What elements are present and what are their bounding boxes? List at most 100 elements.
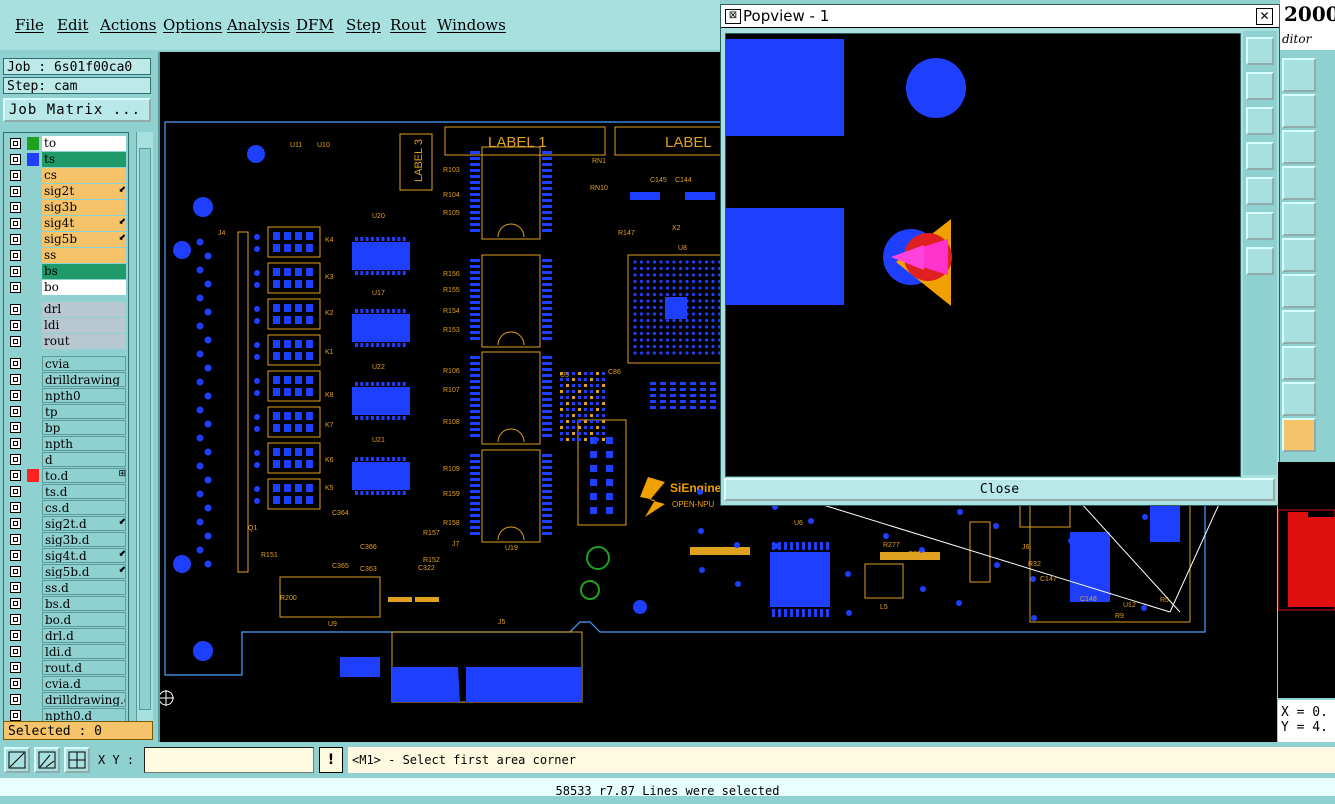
layer-checkbox[interactable]	[10, 694, 21, 705]
scrollbar-thumb[interactable]	[139, 148, 151, 710]
window-menu-icon[interactable]: ⊠	[725, 9, 741, 24]
layer-row-sig4t-d[interactable]: sig4t.d ⬋	[4, 548, 128, 563]
toolbox-icon[interactable]	[1282, 202, 1316, 236]
netlist-icon[interactable]	[1282, 274, 1316, 308]
layer-checkbox[interactable]	[10, 566, 21, 577]
feature-select-icon[interactable]	[1282, 238, 1316, 272]
menu-windows[interactable]: Windows	[437, 16, 506, 34]
mini-map[interactable]	[1277, 462, 1335, 698]
layer-row-drilldrawing-d[interactable]: drilldrawing.d	[4, 692, 128, 707]
menu-analysis[interactable]: Analysis	[227, 16, 290, 34]
layer-row-cvia[interactable]: cvia	[4, 356, 128, 371]
layer-checkbox[interactable]	[10, 250, 21, 261]
pointer-icon[interactable]	[1282, 418, 1316, 452]
layer-row-bs[interactable]: bs	[4, 264, 128, 279]
layer-row-d[interactable]: d	[4, 452, 128, 467]
layer-checkbox[interactable]	[10, 550, 21, 561]
layer-checkbox[interactable]	[10, 662, 21, 673]
surface-tool-icon[interactable]	[1282, 382, 1316, 416]
measure-icon[interactable]	[34, 747, 60, 773]
close-icon[interactable]: ✕	[1256, 8, 1273, 25]
layer-row-drl[interactable]: drl	[4, 302, 128, 317]
layer-checkbox[interactable]	[10, 598, 21, 609]
layer-checkbox[interactable]	[10, 534, 21, 545]
layer-checkbox[interactable]	[10, 614, 21, 625]
layer-row-sig2t[interactable]: sig2t ⬋	[4, 184, 128, 199]
layer-row-sig5b[interactable]: sig5b ⬋	[4, 232, 128, 247]
layer-checkbox[interactable]	[10, 710, 21, 721]
layer-checkbox[interactable]	[10, 218, 21, 229]
popview-close-button[interactable]: Close	[724, 478, 1275, 501]
layer-checkbox[interactable]	[10, 630, 21, 641]
layer-row-to[interactable]: to	[4, 136, 128, 151]
layer-row-sig4t[interactable]: sig4t ⬋	[4, 216, 128, 231]
zoom-fit-icon[interactable]	[1246, 37, 1274, 65]
layer-align-icon[interactable]	[1282, 130, 1316, 164]
layer-checkbox[interactable]	[10, 678, 21, 689]
layer-checkbox[interactable]	[10, 390, 21, 401]
layer-down-icon[interactable]	[1282, 94, 1316, 128]
menu-step[interactable]: Step	[346, 16, 381, 34]
menu-file[interactable]: File	[15, 16, 44, 34]
popview-titlebar[interactable]: ⊠ Popview - 1 ✕	[721, 5, 1279, 28]
layer-checkbox[interactable]	[10, 646, 21, 657]
layer-row-drilldrawing[interactable]: drilldrawing	[4, 372, 128, 387]
pad-tool-icon[interactable]	[1282, 346, 1316, 380]
layer-row-sig3b[interactable]: sig3b	[4, 200, 128, 215]
layer-checkbox[interactable]	[10, 170, 21, 181]
layer-checkbox[interactable]	[10, 518, 21, 529]
layer-row-sig5b-d[interactable]: sig5b.d ⬋	[4, 564, 128, 579]
layer-checkbox[interactable]	[10, 282, 21, 293]
layer-row-cs[interactable]: cs	[4, 168, 128, 183]
layer-checkbox[interactable]	[10, 358, 21, 369]
layer-row-cvia-d[interactable]: cvia.d	[4, 676, 128, 691]
layer-checkbox[interactable]	[10, 304, 21, 315]
layer-row-ts-d[interactable]: ts.d	[4, 484, 128, 499]
menu-options[interactable]: Options	[163, 16, 222, 34]
layer-checkbox[interactable]	[10, 234, 21, 245]
layer-checkbox[interactable]	[10, 486, 21, 497]
layer-row-sig2t-d[interactable]: sig2t.d ⬋	[4, 516, 128, 531]
layer-row-drl-d[interactable]: drl.d	[4, 628, 128, 643]
layer-checkbox[interactable]	[10, 502, 21, 513]
layer-row-rout[interactable]: rout	[4, 334, 128, 349]
zoom-out-icon[interactable]	[1246, 107, 1274, 135]
menu-edit[interactable]: Edit	[57, 16, 88, 34]
layer-row-rout-d[interactable]: rout.d	[4, 660, 128, 675]
fit-icon[interactable]	[1282, 166, 1316, 200]
layer-row-ldi-d[interactable]: ldi.d	[4, 644, 128, 659]
grid-icon[interactable]	[64, 747, 90, 773]
layer-row-ss-d[interactable]: ss.d	[4, 580, 128, 595]
center-icon[interactable]	[1246, 247, 1274, 275]
zoom-window-icon[interactable]	[4, 747, 30, 773]
line-tool-icon[interactable]	[1282, 310, 1316, 344]
layer-checkbox[interactable]	[10, 320, 21, 331]
layer-up-icon[interactable]	[1282, 58, 1316, 92]
layer-checkbox[interactable]	[10, 138, 21, 149]
layer-checkbox[interactable]	[10, 454, 21, 465]
exclamation-button[interactable]: !	[319, 747, 343, 773]
layer-row-bo[interactable]: bo	[4, 280, 128, 295]
layer-checkbox[interactable]	[10, 470, 21, 481]
layer-row-ss[interactable]: ss	[4, 248, 128, 263]
layer-row-sig3b-d[interactable]: sig3b.d	[4, 532, 128, 547]
zoom-home-icon[interactable]	[1246, 212, 1274, 240]
layer-row-bo-d[interactable]: bo.d	[4, 612, 128, 627]
layer-row-cs-d[interactable]: cs.d	[4, 500, 128, 515]
layer-checkbox[interactable]	[10, 266, 21, 277]
layer-row-ts[interactable]: ts	[4, 152, 128, 167]
layer-row-ldi[interactable]: ldi	[4, 318, 128, 333]
layer-checkbox[interactable]	[10, 422, 21, 433]
layer-checkbox[interactable]	[10, 202, 21, 213]
layer-checkbox[interactable]	[10, 582, 21, 593]
menu-actions[interactable]: Actions	[100, 16, 156, 34]
layer-checkbox[interactable]	[10, 438, 21, 449]
pan-icon[interactable]	[1246, 177, 1274, 205]
zoom-area-icon[interactable]	[1246, 142, 1274, 170]
popview-canvas[interactable]	[725, 33, 1241, 477]
layer-list-scrollbar[interactable]	[136, 132, 153, 732]
layer-row-bp[interactable]: bp	[4, 420, 128, 435]
layer-row-npth[interactable]: npth	[4, 436, 128, 451]
layer-checkbox[interactable]	[10, 336, 21, 347]
layer-checkbox[interactable]	[10, 406, 21, 417]
